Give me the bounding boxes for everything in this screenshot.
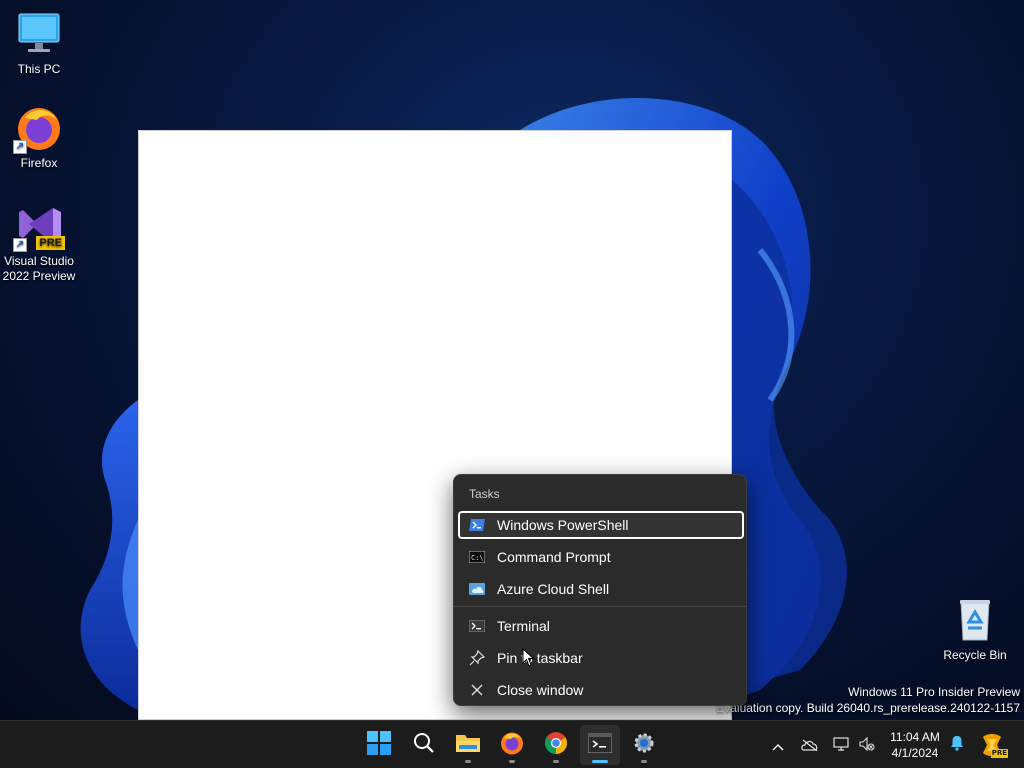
desktop-icon-this-pc[interactable]: This PC — [0, 10, 78, 77]
command-prompt-icon: C:\ — [469, 549, 485, 565]
recycle-bin-icon — [951, 596, 999, 644]
taskbar-terminal[interactable] — [580, 725, 620, 765]
file-explorer-icon — [455, 732, 481, 758]
desktop-icon-visual-studio[interactable]: PRE ↗ Visual Studio 2022 Preview — [0, 202, 78, 284]
running-indicator — [465, 760, 471, 763]
close-icon — [469, 682, 485, 698]
taskbar-chrome[interactable] — [536, 725, 576, 765]
tray-onedrive[interactable] — [798, 721, 822, 768]
terminal-jump-list: Tasks Windows PowerShell C:\ Command Pro… — [453, 474, 747, 706]
desktop-icon-label: This PC — [17, 62, 61, 76]
desktop-icon-label: Firefox — [20, 156, 58, 170]
taskbar-settings[interactable] — [624, 725, 664, 765]
desktop-icon-firefox[interactable]: ↗ Firefox — [0, 104, 78, 171]
firefox-icon: ↗ — [13, 104, 63, 154]
chrome-icon — [544, 731, 568, 759]
settings-gear-icon — [632, 731, 656, 759]
jumplist-item-label: Command Prompt — [497, 549, 611, 565]
copilot-preview-icon: PRE — [979, 733, 1008, 758]
tray-volume[interactable] — [856, 721, 878, 768]
jumplist-item-terminal[interactable]: Terminal — [458, 612, 744, 640]
jumplist-item-label: Azure Cloud Shell — [497, 581, 610, 597]
powershell-icon — [469, 517, 485, 533]
taskbar: 11:04 AM 4/1/2024 PRE — [0, 720, 1024, 768]
taskbar-clock[interactable]: 11:04 AM 4/1/2024 — [884, 729, 946, 761]
desktop-icon-label: Recycle Bin — [943, 648, 1007, 662]
clock-time: 11:04 AM — [890, 730, 940, 744]
jumplist-item-label: Pin to taskbar — [497, 650, 583, 666]
monitor-icon — [15, 10, 63, 58]
jumplist-item-label: Close window — [497, 682, 584, 698]
windows-start-icon — [367, 731, 391, 759]
svg-text:C:\: C:\ — [471, 554, 484, 562]
jumplist-item-pin-to-taskbar[interactable]: Pin to taskbar — [458, 644, 744, 672]
watermark-line2: Evaluation copy. Build 26040.rs_prerelea… — [716, 701, 1020, 715]
jumplist-item-windows-powershell[interactable]: Windows PowerShell — [458, 511, 744, 539]
terminal-icon — [469, 618, 485, 634]
jumplist-item-azure-cloud-shell[interactable]: Azure Cloud Shell — [458, 575, 744, 603]
taskbar-search-button[interactable] — [404, 725, 444, 765]
azure-cloud-shell-icon — [469, 581, 485, 597]
taskbar-start-button[interactable] — [359, 725, 399, 765]
onedrive-offline-icon — [801, 736, 819, 755]
volume-muted-icon — [859, 736, 875, 755]
search-icon — [413, 732, 435, 758]
network-icon — [833, 736, 849, 755]
clock-date: 4/1/2024 — [891, 746, 939, 760]
shortcut-arrow-icon: ↗ — [13, 238, 27, 252]
pin-icon — [469, 650, 485, 666]
firefox-icon — [500, 731, 524, 759]
jumplist-item-label: Terminal — [497, 618, 550, 634]
active-indicator — [592, 760, 608, 763]
running-indicator — [641, 760, 647, 763]
jumplist-item-label: Windows PowerShell — [497, 517, 629, 533]
tray-copilot[interactable]: PRE — [976, 721, 1008, 768]
desktop-icon-recycle-bin[interactable]: Recycle Bin — [936, 596, 1014, 663]
watermark-line1: Windows 11 Pro Insider Preview — [848, 685, 1020, 699]
running-indicator — [553, 760, 559, 763]
bell-icon — [950, 735, 964, 755]
mouse-cursor-icon — [522, 647, 536, 672]
shortcut-arrow-icon: ↗ — [13, 140, 27, 154]
taskbar-file-explorer[interactable] — [448, 725, 488, 765]
tray-notifications[interactable] — [946, 721, 968, 768]
jumplist-section-title: Tasks — [469, 487, 500, 501]
preview-badge: PRE — [36, 236, 65, 250]
chevron-up-icon — [772, 736, 784, 755]
visual-studio-icon: PRE ↗ — [13, 202, 65, 252]
taskbar-firefox[interactable] — [492, 725, 532, 765]
evaluation-watermark: Windows 11 Pro Insider Preview Evaluatio… — [716, 684, 1020, 716]
desktop-icon-label: Visual Studio 2022 Preview — [2, 254, 76, 283]
jumplist-item-close-window[interactable]: Close window — [458, 676, 744, 704]
terminal-icon — [587, 732, 613, 757]
tray-network[interactable] — [830, 721, 852, 768]
running-indicator — [509, 760, 515, 763]
jumplist-item-command-prompt[interactable]: C:\ Command Prompt — [458, 543, 744, 571]
tray-show-hidden-icons[interactable] — [766, 721, 790, 768]
jumplist-divider — [454, 606, 746, 607]
